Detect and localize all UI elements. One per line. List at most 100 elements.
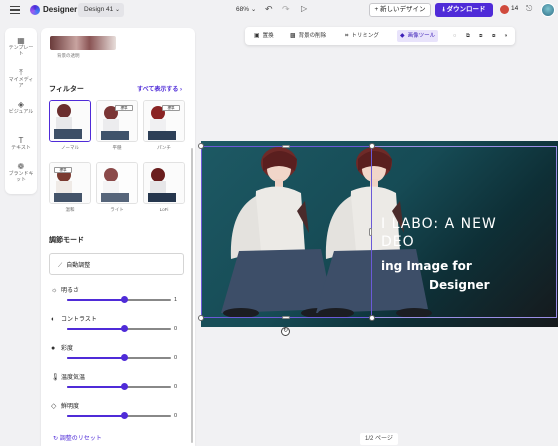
upload-icon: ⤒ bbox=[19, 68, 23, 77]
brand-icon: ❁ bbox=[17, 162, 25, 171]
left-rail: ▦ テンプレート ⤒ マイメディア ◈ ビジュアル T テキスト ❁ ブランドキ… bbox=[5, 28, 37, 194]
rotate-icon[interactable]: ↻ bbox=[281, 327, 290, 336]
reset-adjustments-button[interactable]: ↻ 調整のリセット bbox=[53, 433, 102, 442]
resize-handle-br[interactable] bbox=[369, 315, 375, 321]
top-bar: Designer Design 41 ⌄ 68% ⌄ ↶ ↷ ▷ + 新しいデザ… bbox=[0, 0, 558, 22]
rail-item-brand-kit[interactable]: ❁ ブランドキット bbox=[5, 162, 37, 183]
zoom-control[interactable]: 68% ⌄ bbox=[236, 5, 256, 13]
slider-knob[interactable] bbox=[120, 383, 128, 390]
crop-icon: ⌗ bbox=[345, 33, 349, 39]
filter-heading: フィルター bbox=[49, 86, 84, 93]
redo-icon[interactable]: ↷ bbox=[282, 4, 290, 15]
duplicate-icon[interactable]: ⧈ bbox=[476, 30, 486, 42]
slider-fill bbox=[67, 328, 125, 330]
credits-icon bbox=[500, 5, 509, 14]
saturation-value: 0 bbox=[174, 355, 178, 361]
panel-scrollbar[interactable] bbox=[191, 148, 193, 443]
undo-icon[interactable]: ↶ bbox=[265, 4, 273, 15]
rail-item-templates[interactable]: ▦ テンプレート bbox=[5, 36, 37, 57]
temperature-slider[interactable] bbox=[67, 383, 171, 390]
filter-tag: 標準 bbox=[54, 167, 72, 173]
slider-knob[interactable] bbox=[120, 354, 128, 361]
sharpness-slider[interactable] bbox=[67, 412, 171, 419]
opacity-icon[interactable]: ◑ bbox=[501, 30, 510, 42]
lasso-icon[interactable]: ◌ bbox=[450, 30, 459, 42]
slider-knob[interactable] bbox=[120, 325, 128, 332]
saturation-label: ● 彩度 bbox=[51, 345, 74, 352]
image-tools-icon: ◆ bbox=[400, 33, 405, 39]
visual-icon: ◈ bbox=[17, 100, 25, 109]
image-selection-box[interactable] bbox=[201, 146, 372, 318]
arrange-icon[interactable]: ⧇ bbox=[489, 30, 499, 42]
filter-preview-image bbox=[144, 163, 184, 203]
text-icon: T bbox=[18, 136, 24, 145]
filter-tag: 標準 bbox=[115, 105, 133, 111]
chevron-down-icon: ⌄ bbox=[114, 7, 120, 13]
filter-lofi[interactable] bbox=[143, 162, 185, 204]
remove-bg-icon: ▩ bbox=[290, 33, 296, 39]
designer-logo-icon bbox=[30, 5, 40, 15]
adjust-mode-heading: 調節モード bbox=[49, 237, 84, 244]
play-icon[interactable]: ▷ bbox=[301, 4, 307, 13]
resize-handle-bottom[interactable] bbox=[282, 316, 290, 319]
page-indicator[interactable]: 1/2 ページ bbox=[360, 433, 398, 445]
rail-item-text[interactable]: T テキスト bbox=[5, 136, 37, 151]
slider-knob[interactable] bbox=[120, 412, 128, 419]
filter-label: ノーマル bbox=[61, 145, 79, 150]
filter-label: 平穏 bbox=[112, 145, 122, 150]
saturation-slider[interactable] bbox=[67, 354, 171, 361]
resize-handle-tr[interactable] bbox=[369, 143, 375, 149]
image-toolbar: ▣ 置換 ▩ 背景の削除 ⌗ トリミング ◆ 画像ツール ◌ ⧉ ⧈ ⧇ ◑ bbox=[245, 27, 515, 45]
filter-preview-image bbox=[97, 163, 137, 203]
resize-handle-tl[interactable] bbox=[198, 143, 204, 149]
remove-background-button[interactable]: ▩ 背景の削除 bbox=[287, 30, 329, 42]
filter-warm[interactable]: 標準 bbox=[49, 162, 91, 204]
replace-button[interactable]: ▣ 置換 bbox=[251, 30, 277, 42]
brightness-icon: ☼ bbox=[51, 287, 58, 294]
thermometer-icon: 🌡︎ bbox=[51, 374, 60, 381]
layers-icon[interactable]: ⧉ bbox=[463, 30, 473, 42]
filter-preview-image bbox=[50, 101, 90, 141]
sharpness-value: 0 bbox=[174, 413, 178, 419]
sharpness-label: ◇ 鮮明度 bbox=[51, 403, 80, 410]
contrast-slider[interactable] bbox=[67, 325, 171, 332]
temperature-label: 🌡︎温度気温 bbox=[51, 374, 86, 381]
rail-item-visuals[interactable]: ◈ ビジュアル bbox=[5, 100, 37, 115]
filter-light[interactable] bbox=[96, 162, 138, 204]
credits-count: 14 bbox=[511, 5, 519, 12]
show-all-link[interactable]: すべて表示する › bbox=[137, 84, 182, 93]
slider-fill bbox=[67, 299, 125, 301]
download-button[interactable]: ⭳ ダウンロード bbox=[435, 3, 493, 17]
slider-fill bbox=[67, 386, 125, 388]
new-design-button[interactable]: + 新しいデザイン bbox=[369, 3, 431, 17]
slider-knob[interactable] bbox=[120, 296, 128, 303]
template-icon: ▦ bbox=[17, 36, 25, 45]
filter-calm[interactable]: 標準 bbox=[96, 100, 138, 142]
brightness-label: ☼ 明るさ bbox=[51, 287, 80, 294]
image-tools-panel: 背景の透明 フィルター すべて表示する › ノーマル 標準 平穏 標準 パンチ … bbox=[41, 28, 195, 446]
filter-normal[interactable] bbox=[49, 100, 91, 142]
replace-icon: ▣ bbox=[254, 33, 260, 39]
image-tools-button[interactable]: ◆ 画像ツール bbox=[397, 30, 439, 42]
document-name: Design 41 bbox=[84, 6, 114, 13]
filter-punch[interactable]: 標準 bbox=[143, 100, 185, 142]
droplet-icon: ● bbox=[51, 345, 56, 352]
app-brand: Designer bbox=[43, 5, 78, 14]
brightness-slider[interactable] bbox=[67, 296, 171, 303]
document-name-dropdown[interactable]: Design 41 ⌄ bbox=[78, 3, 124, 17]
avatar[interactable] bbox=[541, 3, 555, 17]
auto-adjust-button[interactable]: ⟋ 自動調整 bbox=[49, 253, 184, 275]
resize-handle-bl[interactable] bbox=[198, 315, 204, 321]
hamburger-icon[interactable] bbox=[10, 6, 20, 14]
share-icon[interactable]: ⎋ bbox=[526, 4, 532, 14]
transparent-bg-thumbnail[interactable] bbox=[50, 36, 116, 50]
resize-handle-right[interactable] bbox=[369, 228, 372, 236]
filter-label: ライト bbox=[110, 207, 124, 212]
crop-button[interactable]: ⌗ トリミング bbox=[342, 30, 382, 42]
filter-label: LoFi bbox=[159, 207, 169, 212]
rail-item-media[interactable]: ⤒ マイメディア bbox=[5, 68, 37, 89]
diamond-icon: ◇ bbox=[51, 403, 57, 410]
resize-handle-top[interactable] bbox=[282, 145, 290, 148]
filter-label: パンチ bbox=[157, 145, 171, 150]
slider-fill bbox=[67, 357, 125, 359]
